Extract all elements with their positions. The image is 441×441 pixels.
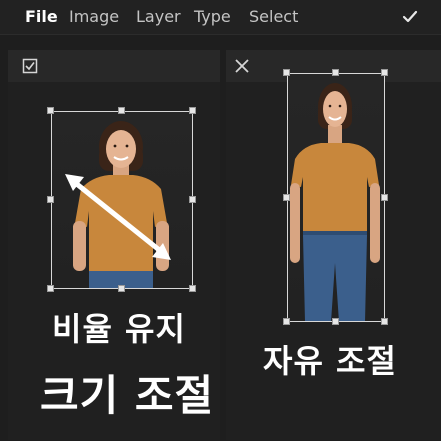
resize-handle[interactable] [118,285,125,292]
resize-handle[interactable] [189,285,196,292]
menu-layer[interactable]: Layer [136,7,181,26]
checkmark-icon [402,10,418,23]
bounding-box-right[interactable] [287,73,385,322]
resize-handle[interactable] [381,318,388,325]
resize-handle[interactable] [381,194,388,201]
caption-resize: 크기 조절 [40,371,215,420]
panel-header-left [8,50,220,82]
menu-bar: File Image Layer Type Select [0,0,441,35]
menu-file[interactable]: File [25,7,58,26]
resize-handle[interactable] [381,69,388,76]
menu-select[interactable]: Select [249,7,298,26]
resize-handle[interactable] [47,196,54,203]
aspect-lock-toggle[interactable] [19,55,41,77]
caption-keep-ratio: 비율 유지 [52,310,186,348]
resize-handle[interactable] [332,69,339,76]
resize-handle[interactable] [189,196,196,203]
resize-handle[interactable] [47,107,54,114]
menu-image[interactable]: Image [69,7,119,26]
resize-handle[interactable] [283,194,290,201]
close-button[interactable] [231,55,253,77]
caption-free-transform: 자유 조절 [263,342,397,380]
resize-handle[interactable] [283,69,290,76]
resize-handle[interactable] [118,107,125,114]
resize-handle[interactable] [47,285,54,292]
close-x-icon [235,59,249,73]
bounding-box-left[interactable] [51,111,193,289]
resize-handle[interactable] [283,318,290,325]
resize-handle[interactable] [189,107,196,114]
checkbox-checked-icon [22,58,38,74]
confirm-button[interactable] [394,2,426,32]
resize-handle[interactable] [332,318,339,325]
menu-type[interactable]: Type [194,7,231,26]
